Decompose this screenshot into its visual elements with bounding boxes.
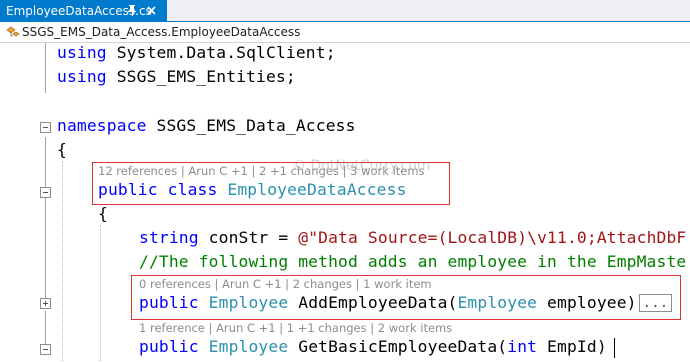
text-caret — [614, 338, 615, 358]
code-line-using-sqlclient: using System.Data.SqlClient; — [57, 43, 336, 62]
collapse-class-icon[interactable] — [40, 187, 51, 198]
navigation-bar: SSGS_EMS_Data_Access.EmployeeDataAccess — [0, 22, 690, 43]
outline-line — [45, 201, 46, 301]
collapse-namespace-icon[interactable] — [40, 122, 51, 133]
outline-line — [45, 311, 46, 346]
watermark: © DotNetCurry.com — [292, 158, 431, 174]
code-line-open-brace: { — [57, 140, 67, 159]
code-line-comment: //The following method adds an employee … — [139, 252, 687, 271]
code-line-get-basic-employee-data: public Employee GetBasicEmployeeData(int… — [139, 337, 607, 356]
code-line-connection-string: string conStr = @"Data Source=(LocalDB)\… — [139, 228, 687, 247]
outline-line — [45, 43, 46, 93]
pin-icon[interactable] — [127, 0, 137, 22]
code-line-using-entities: using SSGS_EMS_Entities; — [57, 67, 296, 86]
code-editor[interactable]: using System.Data.SqlClient; using SSGS_… — [0, 43, 690, 362]
collapse-method-icon[interactable] — [40, 344, 51, 355]
expand-method-icon[interactable] — [40, 298, 51, 309]
code-line-open-brace: { — [98, 204, 108, 223]
indent-guide — [62, 161, 63, 361]
class-icon — [6, 26, 20, 37]
indent-guide — [100, 225, 101, 361]
code-line-namespace: namespace SSGS_EMS_Data_Access — [57, 116, 356, 135]
codelens-get-method[interactable]: 1 reference | Arun C +1 | 1 +1 changes |… — [139, 321, 452, 335]
tab-employeedataaccess[interactable]: EmployeeDataAccess.cs — [0, 0, 167, 22]
class-path-dropdown[interactable]: SSGS_EMS_Data_Access.EmployeeDataAccess — [22, 22, 300, 43]
close-icon[interactable] — [147, 0, 156, 22]
highlight-box — [131, 275, 681, 320]
document-tab-strip: EmployeeDataAccess.cs — [0, 0, 690, 22]
